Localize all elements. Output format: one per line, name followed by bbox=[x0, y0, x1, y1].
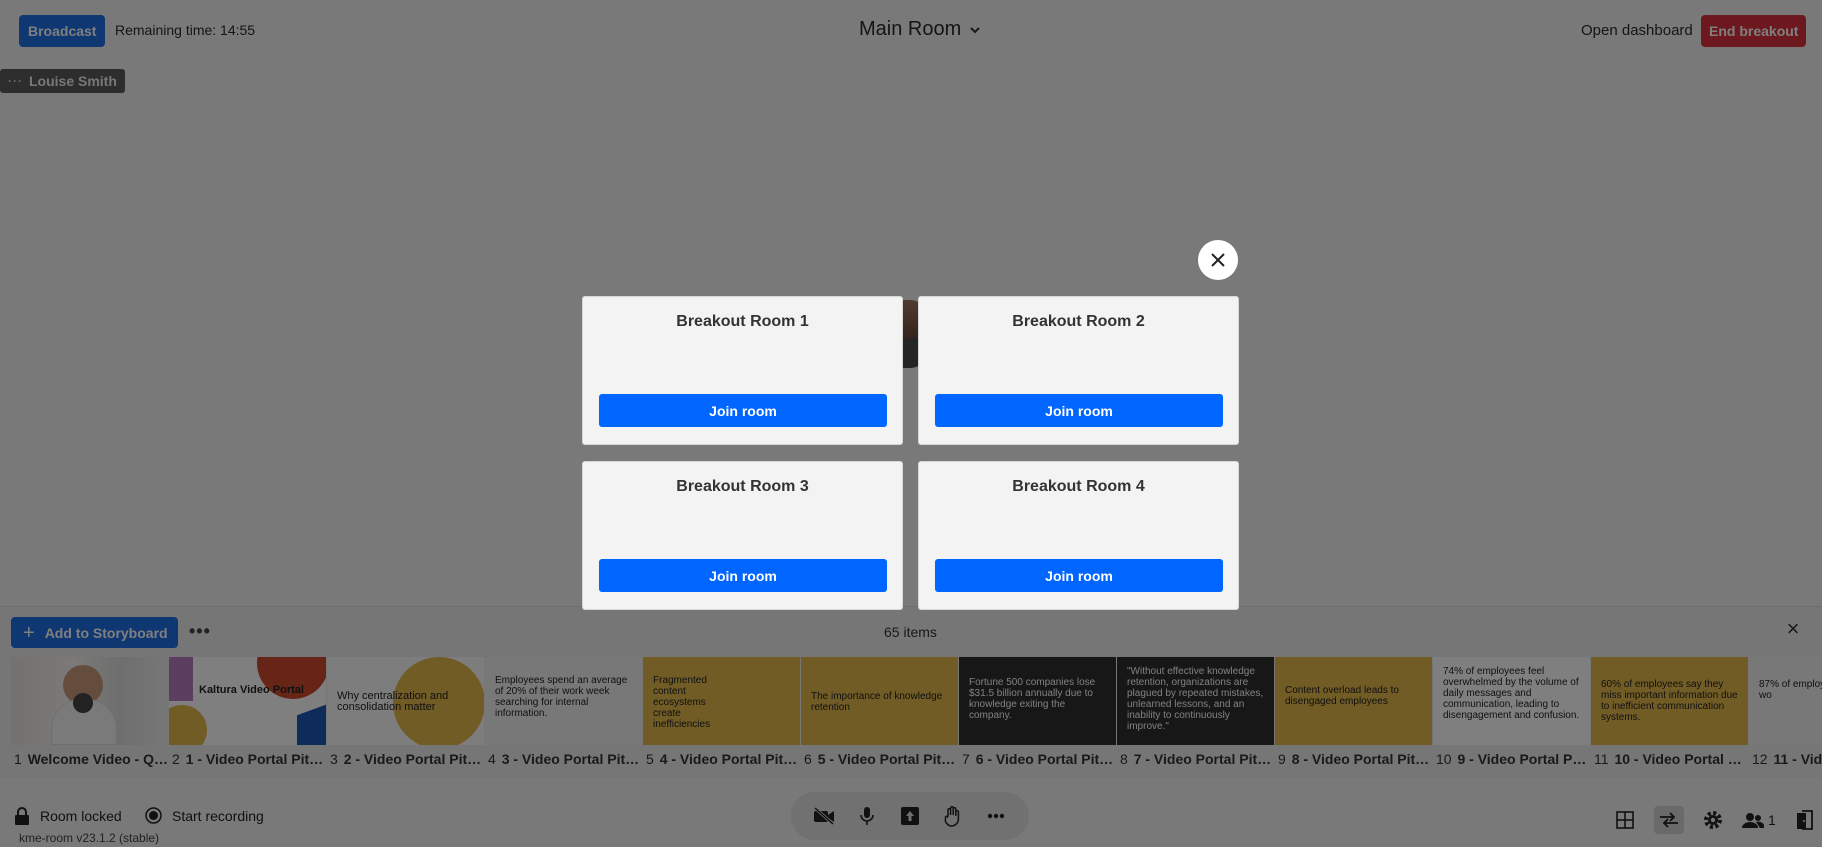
breakout-room-title: Breakout Room 2 bbox=[1012, 313, 1145, 330]
close-modal-button[interactable] bbox=[1198, 240, 1238, 280]
join-room-button[interactable]: Join room bbox=[935, 394, 1223, 427]
breakout-room-card-3: Breakout Room 3 Join room bbox=[582, 461, 903, 610]
breakout-room-card-2: Breakout Room 2 Join room bbox=[918, 296, 1239, 445]
close-icon bbox=[1211, 253, 1225, 267]
join-room-button[interactable]: Join room bbox=[599, 394, 887, 427]
join-room-button[interactable]: Join room bbox=[935, 559, 1223, 592]
breakout-room-title: Breakout Room 3 bbox=[676, 478, 809, 495]
breakout-room-card-1: Breakout Room 1 Join room bbox=[582, 296, 903, 445]
breakout-room-title: Breakout Room 1 bbox=[676, 313, 809, 330]
breakout-room-title: Breakout Room 4 bbox=[1012, 478, 1145, 495]
breakout-room-card-4: Breakout Room 4 Join room bbox=[918, 461, 1239, 610]
join-room-button[interactable]: Join room bbox=[599, 559, 887, 592]
modal-backdrop[interactable] bbox=[0, 0, 1822, 847]
